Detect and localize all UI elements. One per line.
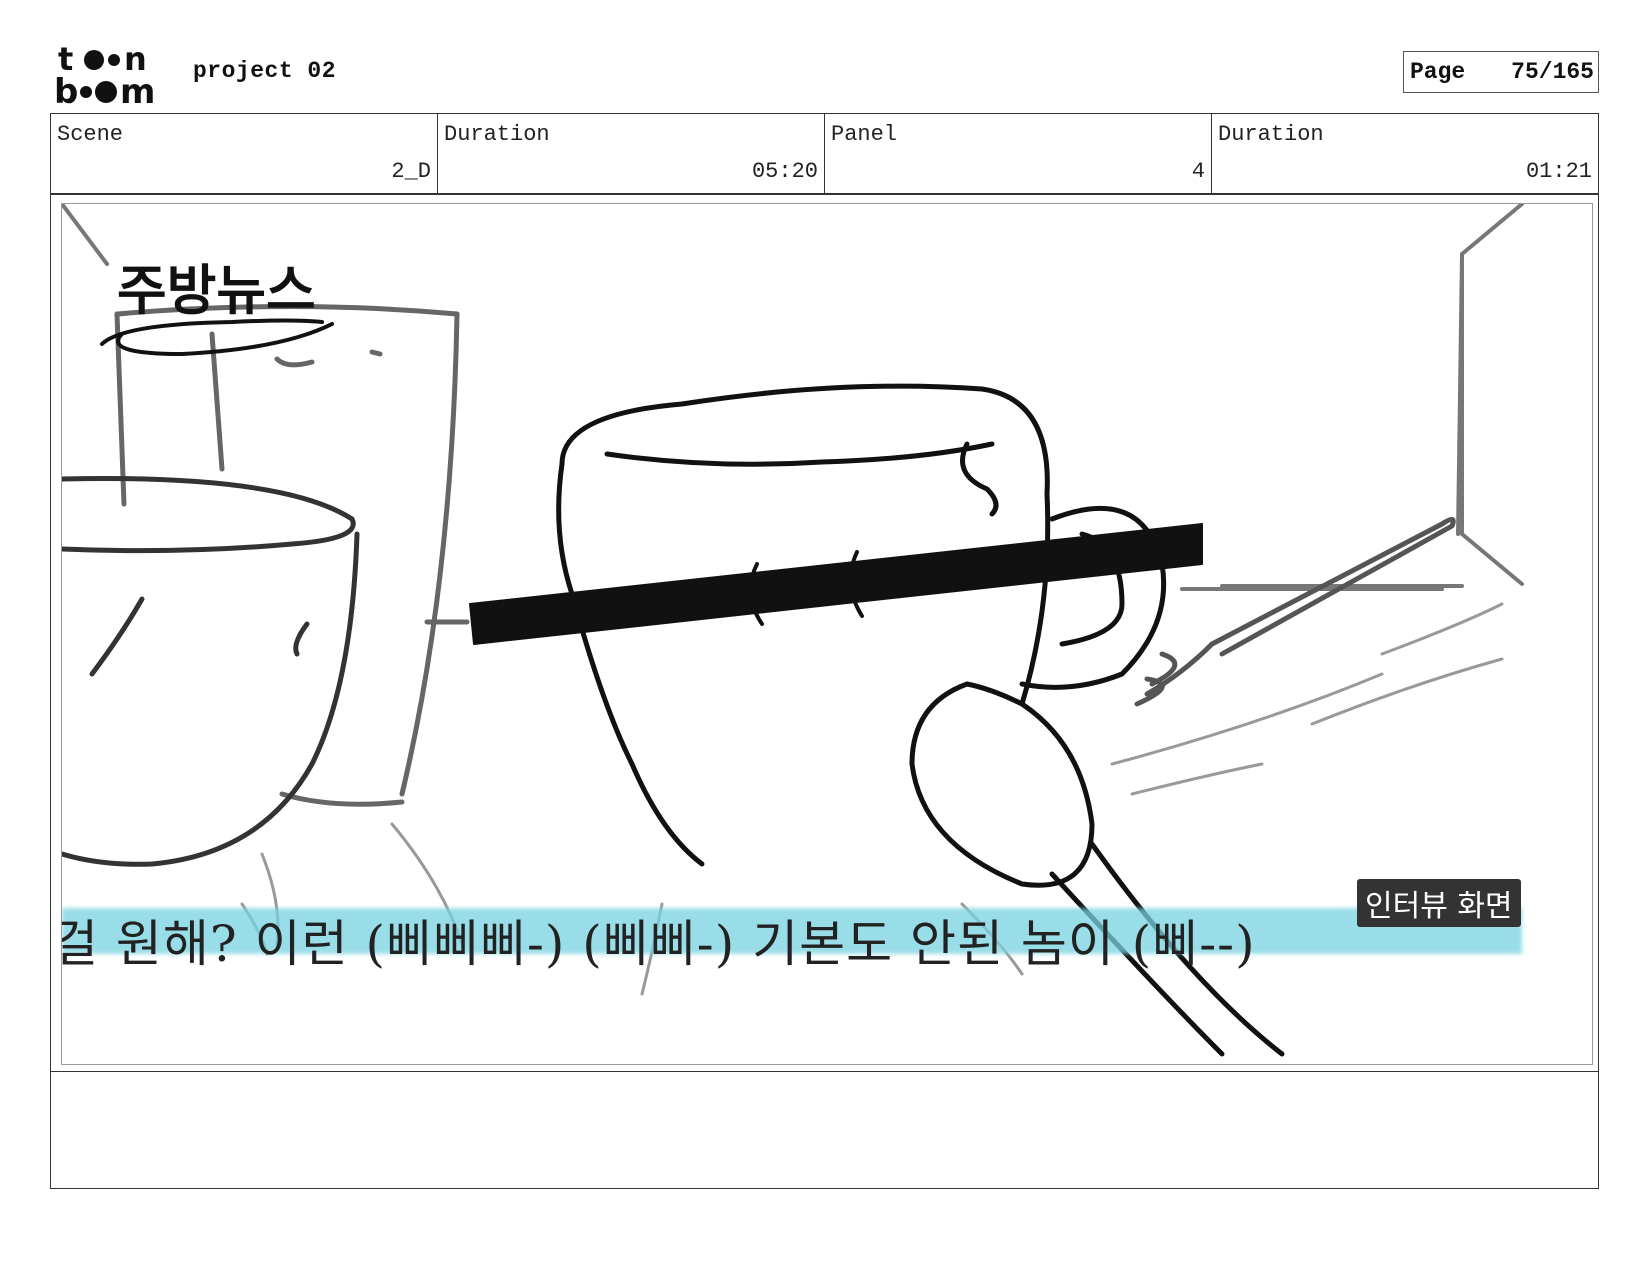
page-label: Page [1410,59,1466,85]
page-indicator: Page 75/165 [1403,51,1599,93]
scene-value: 2_D [391,159,431,184]
notes-box [50,1072,1599,1189]
scene-duration-label: Duration [444,122,550,147]
panel-value: 4 [1191,159,1205,184]
panel-label: Panel [831,122,898,147]
panel-duration-cell: Duration 01:21 [1212,114,1598,193]
storyboard-panel: 주방뉴스 걸 원해? 이런 (삐삐삐-) (삐삐-) 기본도 안된 놈이 (삐-… [61,203,1593,1065]
toon-boom-logo: t n b m [54,40,155,106]
scene-duration-value: 05:20 [751,159,818,184]
scene-label: Scene [57,122,124,147]
project-title: project 02 [193,58,337,84]
scene-cell: Scene 2_D [51,114,438,193]
scene-duration-cell: Duration 05:20 [438,114,825,193]
svg-text:b: b [54,72,78,106]
page-number: 75/165 [1511,59,1594,85]
panel-duration-label: Duration [1218,122,1324,147]
panel-duration-value: 01:21 [1525,159,1592,184]
scene-info-table: Scene 2_D Duration 05:20 Panel 4 Duratio… [50,113,1599,194]
handwritten-title: 주방뉴스 [117,259,316,322]
subtitle-text: 걸 원해? 이런 (삐삐삐-) (삐삐-) 기본도 안된 놈이 (삐--) [61,915,1256,973]
svg-text:m: m [120,72,155,106]
panel-cell: Panel 4 [825,114,1212,193]
interview-screen-label: 인터뷰 화면 [1357,879,1521,927]
